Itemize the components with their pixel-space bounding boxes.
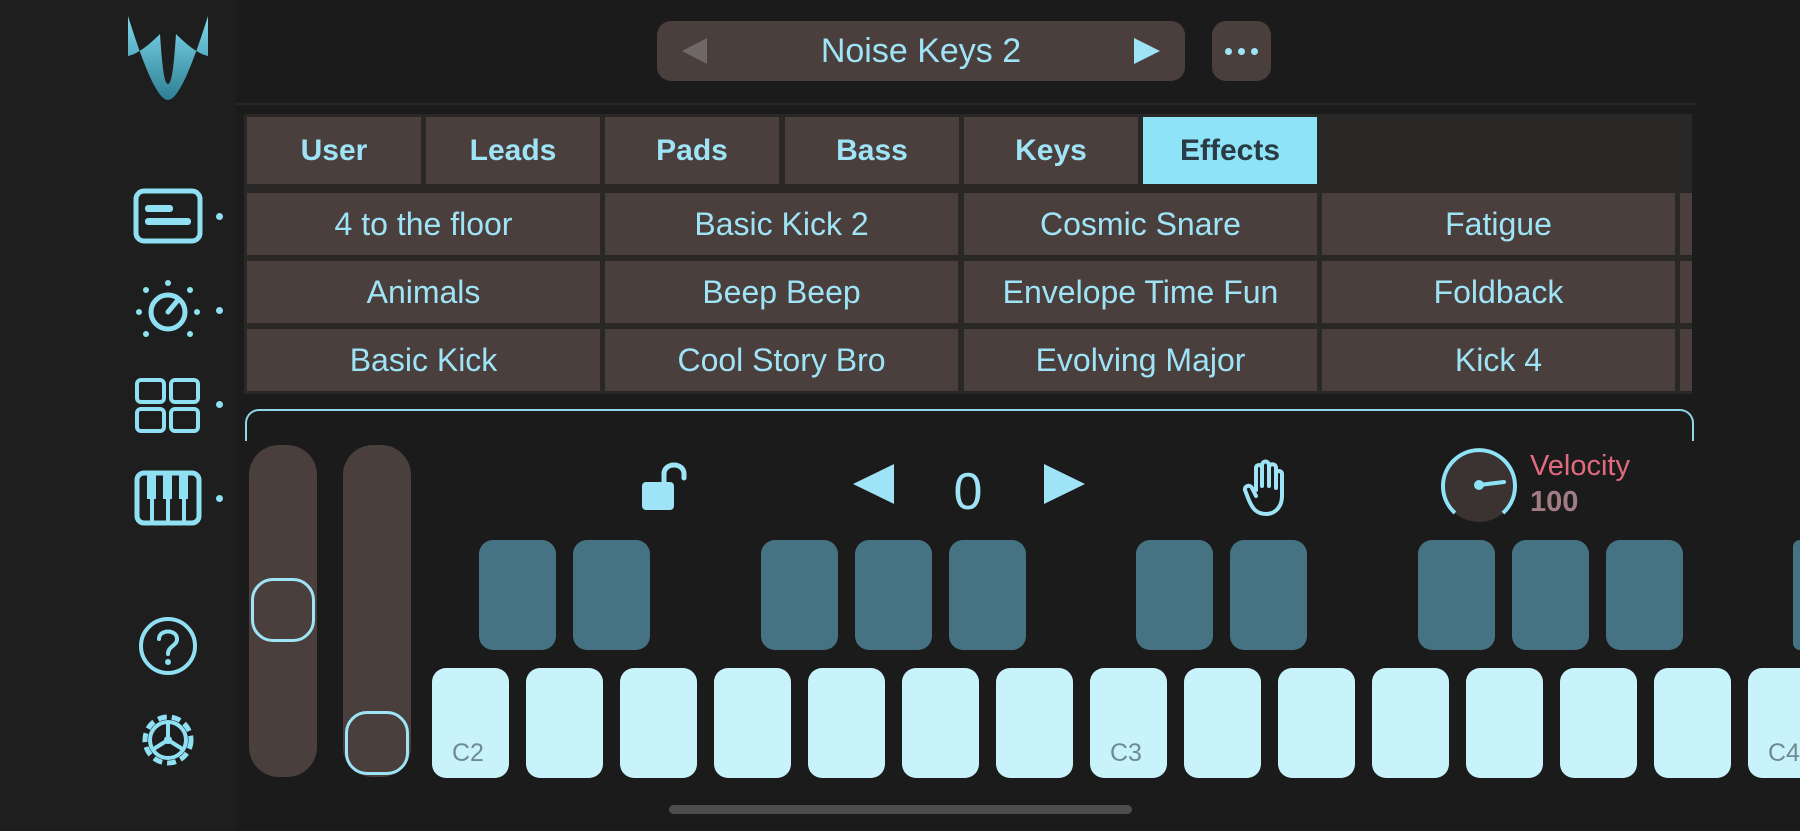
grid-icon[interactable] bbox=[128, 376, 204, 434]
preset-item[interactable]: Foldback bbox=[1322, 261, 1675, 323]
white-key[interactable] bbox=[714, 668, 791, 778]
browser-panel-icon[interactable] bbox=[128, 188, 204, 246]
piano-icon[interactable] bbox=[128, 470, 204, 528]
preset-item[interactable]: Kick 4 bbox=[1322, 329, 1675, 391]
black-key[interactable] bbox=[1606, 540, 1683, 650]
octave-value: 0 bbox=[953, 463, 983, 521]
unlock-icon[interactable] bbox=[638, 458, 698, 514]
preset-item[interactable]: Animals bbox=[247, 261, 600, 323]
black-key[interactable] bbox=[479, 540, 556, 650]
key-label: C4 bbox=[1768, 739, 1800, 767]
tab-user[interactable]: User bbox=[247, 117, 421, 184]
white-key-c4[interactable]: C4 bbox=[1748, 668, 1800, 778]
tab-keys[interactable]: Keys bbox=[964, 117, 1138, 184]
triangle-right-icon[interactable] bbox=[1131, 35, 1163, 67]
velocity-knob[interactable] bbox=[1438, 444, 1520, 526]
question-icon[interactable] bbox=[136, 614, 200, 678]
tab-effects[interactable]: Effects bbox=[1143, 117, 1317, 184]
mod-wheel-strip[interactable] bbox=[343, 445, 411, 777]
key-label: C2 bbox=[452, 739, 484, 767]
black-key[interactable] bbox=[761, 540, 838, 650]
preset-item-overflow[interactable] bbox=[1680, 329, 1692, 391]
white-key[interactable] bbox=[1654, 668, 1731, 778]
black-key[interactable] bbox=[1230, 540, 1307, 650]
ellipsis-icon bbox=[1225, 48, 1232, 55]
preset-item-overflow[interactable] bbox=[1680, 261, 1692, 323]
white-key[interactable] bbox=[1560, 668, 1637, 778]
sidebar-indicator bbox=[216, 213, 223, 220]
more-options-button[interactable] bbox=[1212, 21, 1271, 81]
white-key-c3[interactable]: C3 bbox=[1090, 668, 1167, 778]
pitch-bend-handle[interactable] bbox=[251, 578, 315, 642]
panel-bracket bbox=[245, 409, 1694, 441]
velocity-value: 100 bbox=[1530, 486, 1579, 518]
white-key[interactable] bbox=[1278, 668, 1355, 778]
mod-wheel-handle[interactable] bbox=[345, 711, 409, 775]
hand-icon[interactable] bbox=[1242, 456, 1294, 518]
white-key[interactable] bbox=[1184, 668, 1261, 778]
white-key-c2[interactable]: C2 bbox=[432, 668, 509, 778]
triangle-right-icon[interactable] bbox=[1040, 462, 1088, 506]
black-key[interactable] bbox=[573, 540, 650, 650]
white-key[interactable] bbox=[1372, 668, 1449, 778]
preset-item[interactable]: Basic Kick 2 bbox=[605, 193, 958, 255]
preset-item[interactable]: Basic Kick bbox=[247, 329, 600, 391]
black-key[interactable] bbox=[1136, 540, 1213, 650]
preset-item[interactable]: Fatigue bbox=[1322, 193, 1675, 255]
black-key[interactable] bbox=[1418, 540, 1495, 650]
sidebar bbox=[0, 0, 236, 831]
white-key[interactable] bbox=[902, 668, 979, 778]
ellipsis-dot bbox=[1238, 48, 1245, 55]
tab-bass[interactable]: Bass bbox=[785, 117, 959, 184]
ellipsis-dot bbox=[1251, 48, 1258, 55]
preset-item[interactable]: Envelope Time Fun bbox=[964, 261, 1317, 323]
white-key[interactable] bbox=[808, 668, 885, 778]
preset-name[interactable]: Noise Keys 2 bbox=[657, 32, 1185, 71]
home-indicator[interactable] bbox=[669, 805, 1132, 814]
white-key[interactable] bbox=[1466, 668, 1543, 778]
wave-logo[interactable] bbox=[126, 14, 210, 102]
tab-pads[interactable]: Pads bbox=[605, 117, 779, 184]
white-key[interactable] bbox=[526, 668, 603, 778]
preset-item[interactable]: Evolving Major bbox=[964, 329, 1317, 391]
preset-item-overflow[interactable] bbox=[1680, 193, 1692, 255]
preset-item[interactable]: 4 to the floor bbox=[247, 193, 600, 255]
sidebar-indicator bbox=[216, 307, 223, 314]
black-key[interactable] bbox=[1512, 540, 1589, 650]
white-key[interactable] bbox=[620, 668, 697, 778]
tab-leads[interactable]: Leads bbox=[426, 117, 600, 184]
black-key[interactable] bbox=[1793, 540, 1800, 650]
black-key[interactable] bbox=[855, 540, 932, 650]
preset-item[interactable]: Cosmic Snare bbox=[964, 193, 1317, 255]
divider bbox=[236, 103, 1696, 105]
pitch-bend-strip[interactable] bbox=[249, 445, 317, 777]
preset-selector[interactable]: Noise Keys 2 bbox=[657, 21, 1185, 81]
preset-item[interactable]: Beep Beep bbox=[605, 261, 958, 323]
sidebar-indicator bbox=[216, 495, 223, 502]
knob-icon[interactable] bbox=[128, 278, 204, 344]
preset-item[interactable]: Cool Story Bro bbox=[605, 329, 958, 391]
triangle-left-icon[interactable] bbox=[850, 462, 898, 506]
sidebar-indicator bbox=[216, 401, 223, 408]
white-key[interactable] bbox=[996, 668, 1073, 778]
gear-icon[interactable] bbox=[134, 706, 202, 774]
key-label: C3 bbox=[1110, 739, 1142, 767]
black-key[interactable] bbox=[949, 540, 1026, 650]
velocity-label: Velocity bbox=[1530, 450, 1630, 482]
